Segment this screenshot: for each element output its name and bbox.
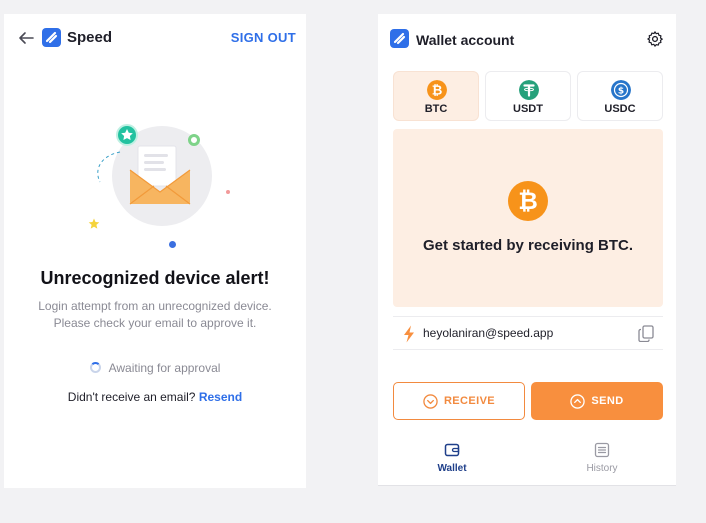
nav-wallet[interactable]: Wallet <box>378 434 526 484</box>
tab-usdc[interactable]: $ USDC <box>577 71 663 121</box>
lightning-bolt-icon <box>404 325 414 343</box>
tab-btc[interactable]: ₿ BTC <box>393 71 479 121</box>
hero-text: Get started by receiving BTC. <box>422 237 634 254</box>
speed-logo-icon <box>42 28 61 47</box>
wallet-title: Wallet account <box>416 32 515 48</box>
nav-history-label: History <box>586 463 618 474</box>
currency-tabs: ₿ BTC USDT $ USDC <box>393 71 663 121</box>
tether-icon <box>519 80 539 100</box>
send-button-label: SEND <box>591 395 624 407</box>
svg-text:₿: ₿ <box>518 187 538 215</box>
receive-hero: ₿ Get started by receiving BTC. <box>393 129 663 307</box>
bitcoin-icon: ₿ <box>508 181 548 221</box>
receive-button[interactable]: RECEIVE <box>393 382 525 420</box>
settings-gear-icon[interactable] <box>646 30 664 48</box>
nav-wallet-label: Wallet <box>437 463 467 474</box>
alert-title: Unrecognized device alert! <box>40 268 270 288</box>
pink-dot-decoration <box>226 190 230 194</box>
nav-history[interactable]: History <box>528 434 676 484</box>
yellow-star-decoration <box>88 218 100 229</box>
alert-description: Login attempt from an unrecognized devic… <box>24 298 286 332</box>
wallet-panel: Wallet account ₿ BTC USDT $ USDC ₿ Get s… <box>378 14 676 486</box>
history-icon <box>594 442 610 458</box>
send-button[interactable]: SEND <box>531 382 663 420</box>
dashed-curve-decoration <box>97 151 121 183</box>
svg-text:₿: ₿ <box>432 84 443 99</box>
resend-link[interactable]: Resend <box>199 390 242 404</box>
lightning-address: heyolaniran@speed.app <box>423 326 554 340</box>
blue-dot-decoration <box>169 241 176 248</box>
chevron-up-circle-icon <box>570 393 586 409</box>
tab-btc-label: BTC <box>424 103 448 115</box>
tab-usdc-label: USDC <box>604 103 636 115</box>
alert-description-line-1: Login attempt from an unrecognized devic… <box>38 299 272 313</box>
left-header: Speed SIGN OUT <box>4 14 306 62</box>
chevron-down-circle-icon <box>423 393 438 409</box>
bitcoin-icon: ₿ <box>427 80 447 100</box>
envelope-icon <box>129 145 191 205</box>
wallet-icon <box>444 443 460 457</box>
tab-usdt-label: USDT <box>513 103 543 115</box>
svg-text:$: $ <box>618 87 624 97</box>
copy-icon[interactable] <box>638 325 654 342</box>
awaiting-text: Awaiting for approval <box>108 361 221 375</box>
tab-usdt[interactable]: USDT <box>485 71 571 121</box>
receive-button-label: RECEIVE <box>443 395 496 407</box>
login-alert-panel: Speed SIGN OUT Unrecognized device alert… <box>4 14 306 488</box>
bottom-nav: Wallet History <box>378 434 676 484</box>
lightning-address-row: heyolaniran@speed.app <box>393 316 663 350</box>
speed-logo-icon <box>390 29 409 48</box>
usdc-icon: $ <box>611 80 631 100</box>
back-arrow-icon[interactable] <box>17 29 35 47</box>
sign-out-button[interactable]: SIGN OUT <box>231 30 296 46</box>
resend-line: Didn't receive an email? Resend <box>4 389 306 405</box>
resend-prompt: Didn't receive an email? <box>67 390 196 404</box>
spinner-icon <box>89 362 101 373</box>
brand-name: Speed <box>67 29 113 46</box>
awaiting-status: Awaiting for approval <box>4 360 306 376</box>
wallet-header: Wallet account <box>378 14 676 64</box>
alert-description-line-2: Please check your email to approve it. <box>53 316 257 330</box>
email-illustration <box>80 110 240 250</box>
